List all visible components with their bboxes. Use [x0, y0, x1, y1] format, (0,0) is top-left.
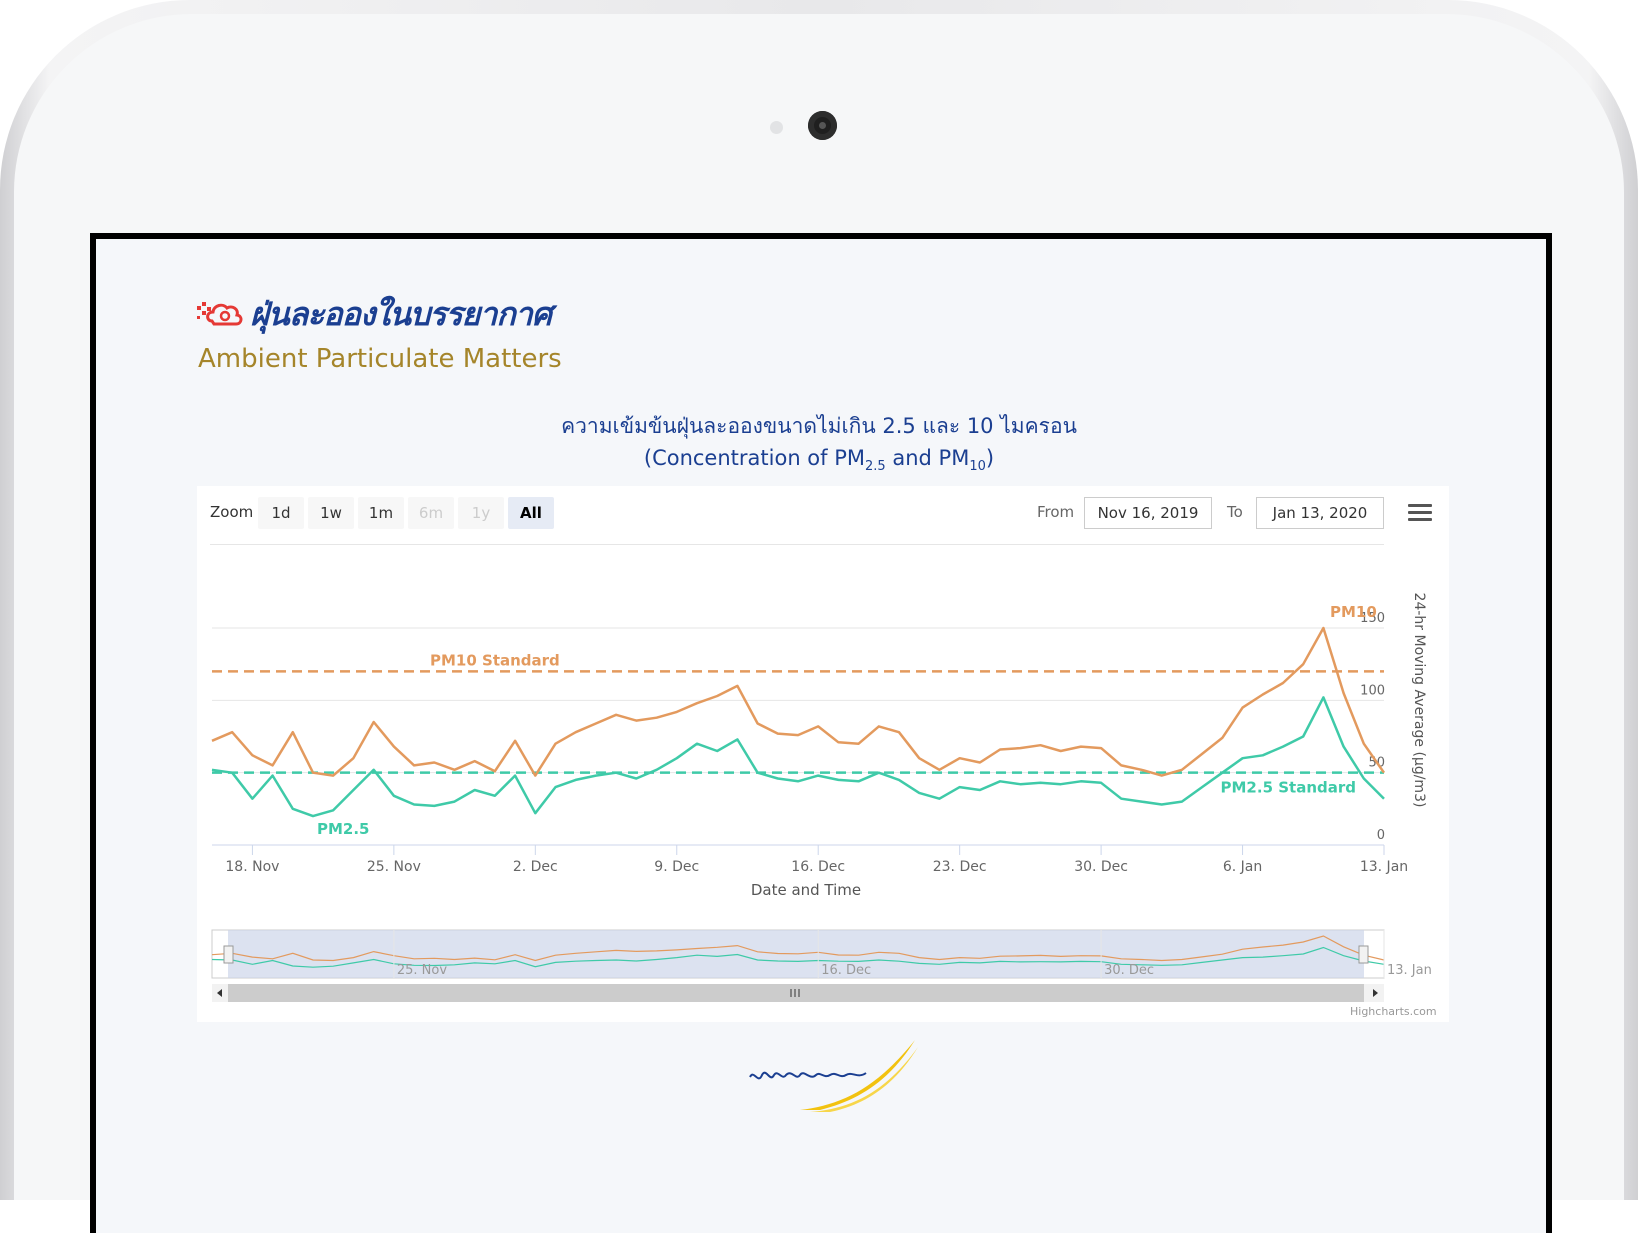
- series-label: PM2.5: [317, 820, 370, 838]
- pm-line-chart: 05010015018. Nov 25. Nov 2. Dec 9. Dec 16. D…: [211, 593, 1432, 1002]
- navigator-scrollbar-thumb[interactable]: [228, 984, 1364, 1002]
- y-tick-label: 0: [1377, 828, 1385, 843]
- navigator-handle[interactable]: [223, 945, 234, 964]
- x-tick-label: 6. Jan: [1223, 859, 1262, 875]
- series-line: [211, 696, 1385, 818]
- standard-label: PM2.5 Standard: [1221, 779, 1356, 797]
- navigator-handle[interactable]: [1358, 945, 1369, 964]
- x-axis-title: Date and Time: [751, 881, 861, 899]
- x-tick-label: 2. Dec: [513, 859, 558, 875]
- x-tick-label: 25. Nov: [367, 859, 421, 875]
- navigator-tick-label: 30. Dec: [1104, 963, 1154, 978]
- x-tick-label: 23. Dec: [933, 859, 987, 875]
- x-tick-label: 9. Dec: [654, 859, 699, 875]
- series-line: [211, 626, 1386, 777]
- y-axis-title: 24-hr Moving Average (μg/m3): [1411, 593, 1427, 808]
- x-tick-label: 16. Dec: [791, 859, 845, 875]
- y-tick-label: 100: [1360, 683, 1385, 698]
- credits-link[interactable]: Highcharts.com: [1350, 1005, 1437, 1018]
- standard-label: PM10 Standard: [430, 651, 560, 669]
- x-tick-label: 18. Nov: [225, 859, 279, 875]
- navigator-tick-label: 25. Nov: [397, 963, 447, 978]
- x-tick-label: 13. Jan: [1360, 859, 1408, 875]
- x-tick-label: 30. Dec: [1074, 859, 1128, 875]
- navigator-tick-label: 16. Dec: [821, 963, 871, 978]
- royal-ministry-logo: [749, 1040, 918, 1112]
- series-label: PM10: [1330, 603, 1377, 621]
- navigator-tick-label: 13. Jan: [1387, 963, 1432, 978]
